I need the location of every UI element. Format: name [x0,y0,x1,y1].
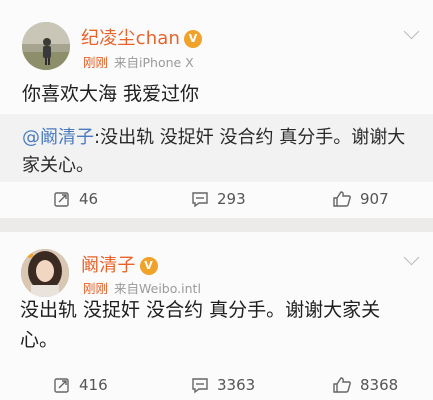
like-icon [332,376,352,394]
author-name-text[interactable]: 阚清子 [81,255,136,276]
chevron-down-icon[interactable] [403,23,420,40]
repost-button[interactable]: 416 [53,376,108,394]
comment-button[interactable]: 293 [191,190,246,208]
repost-button[interactable]: 46 [53,190,98,208]
mention-link[interactable]: @阚清子 [22,127,94,148]
comment-icon [191,190,209,208]
like-count: 8368 [360,376,399,394]
chevron-down-icon[interactable] [403,249,420,266]
action-bar: 46 293 907 [0,186,433,212]
post-meta: 刚刚 来自iPhone X [83,52,194,71]
comment-icon [191,376,209,394]
comment-button[interactable]: 3363 [191,376,255,394]
vip-badge-icon: V [139,257,158,275]
action-bar: 416 3363 8368 [0,372,433,398]
post-text: 没出轨 没捉奸 没合约 真分手。谢谢大家关心。 [20,299,381,351]
post-source: 来自Weibo.intl [114,281,201,296]
post-text: 你喜欢大海 我爱过你 [22,83,200,105]
avatar[interactable] [22,22,70,70]
weibo-post: 阚清子 V 刚刚 来自Weibo.intl 没出轨 没捉奸 没合约 真分手。谢谢大家… [0,232,433,400]
like-button[interactable]: 8368 [332,376,398,394]
repost-icon [53,376,71,394]
author-name[interactable]: 纪凌尘chan V [81,24,203,50]
comment-count: 293 [217,190,246,208]
author-name-text[interactable]: 纪凌尘chan [81,28,180,49]
repost-count: 46 [79,190,99,208]
post-time: 刚刚 [83,55,109,70]
repost-icon [53,190,71,208]
weibo-post: 纪凌尘chan V 刚刚 来自iPhone X 你喜欢大海 我爱过你 @阚清子:没出… [0,0,433,218]
comment-count: 3363 [217,376,256,394]
like-icon [332,190,352,208]
quoted-post[interactable]: @阚清子:没出轨 没捉奸 没合约 真分手。谢谢大家关心。 [0,114,433,182]
post-time: 刚刚 [83,281,109,296]
post-source: 来自iPhone X [114,55,194,70]
like-button[interactable]: 907 [332,190,389,208]
repost-count: 416 [79,376,108,394]
author-name[interactable]: 阚清子 V [81,251,158,277]
like-count: 907 [360,190,389,208]
vip-badge-icon: V [184,30,203,48]
avatar[interactable] [21,249,69,297]
